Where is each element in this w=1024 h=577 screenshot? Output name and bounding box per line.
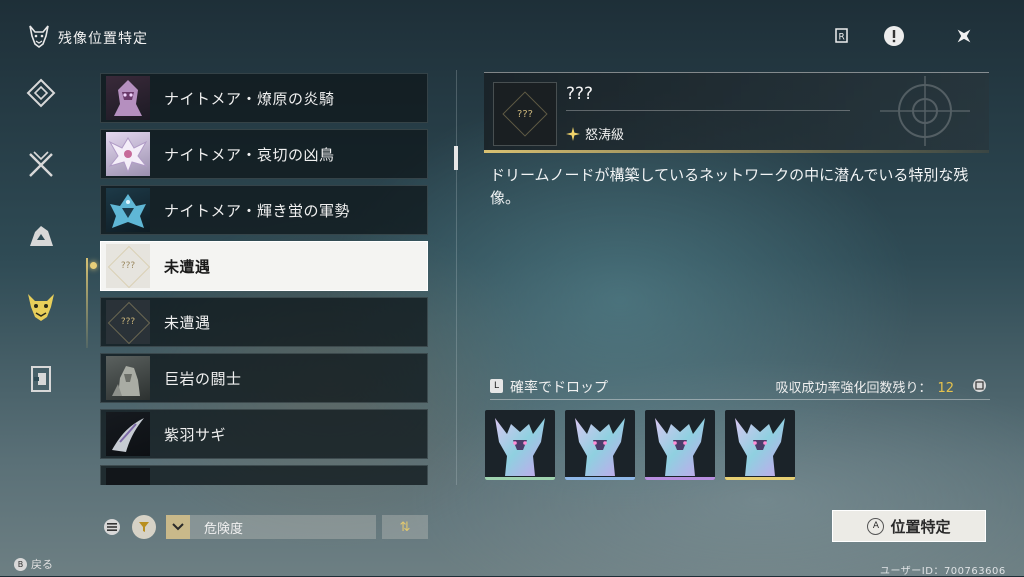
drops-title: 確率でドロップ: [510, 380, 608, 396]
list-item-label: ナイトメア・輝き蛍の軍勢: [164, 201, 351, 220]
drop-item[interactable]: [565, 410, 635, 480]
drops-divider: [490, 399, 990, 400]
list-item-label: 紫羽サギ: [164, 425, 227, 444]
diamond-frame-icon: [107, 301, 150, 344]
chevron-down-icon: [166, 515, 190, 539]
list-item[interactable]: ??? 未遭遇: [100, 297, 428, 347]
domain-gate-icon: [31, 366, 51, 392]
sidebar-item-domain[interactable]: [24, 362, 58, 396]
diamond-frame-icon: [502, 91, 548, 137]
page-title: 残像位置特定: [58, 31, 148, 47]
creature-thumbnail: [106, 188, 150, 232]
menu-icon[interactable]: [104, 519, 120, 535]
close-icon[interactable]: [952, 24, 976, 48]
dragon-echo-icon: [735, 418, 785, 476]
absorb-boost-label: 吸収成功率強化回数残り： 12: [775, 377, 954, 396]
echo-class-label: 怒涛級: [585, 128, 625, 143]
user-id: ユーザーID：700763606: [880, 566, 1006, 577]
detail-accent-bar: [484, 150, 989, 153]
echo-class-row: 怒涛級: [566, 124, 624, 143]
sidebar-item-crossed-swords[interactable]: [24, 148, 58, 182]
rarity-bar: [485, 477, 555, 480]
list-item-label: ナイトメア・哀切の凶鳥: [164, 145, 335, 164]
crosshair-emblem-icon: [880, 76, 970, 146]
absorb-label-text: 吸収成功率強化回数残り：: [775, 381, 932, 396]
list-item[interactable]: ナイトメア・輝き蛍の軍勢: [100, 185, 428, 235]
echo-name: ???: [566, 84, 594, 104]
dragon-echo-icon: [575, 418, 625, 476]
r-key-icon[interactable]: R: [830, 24, 854, 48]
detail-echo-thumbnail: ???: [493, 82, 557, 146]
list-item[interactable]: 巨岩の闘士: [100, 353, 428, 403]
locate-button[interactable]: A 位置特定: [832, 510, 986, 542]
drop-item[interactable]: [645, 410, 715, 480]
list-item[interactable]: 紫羽サギ: [100, 409, 428, 459]
echo-list: ナイトメア・燎原の炎騎 ナイトメア・哀切の凶鳥 ナイトメア・輝き蛍の軍勢 ???…: [100, 73, 430, 485]
list-item-label: 未遭遇: [164, 257, 211, 276]
header-bar: 残像位置特定 R: [0, 0, 1024, 70]
rarity-bar: [725, 477, 795, 480]
drop-item[interactable]: [725, 410, 795, 480]
svg-text:R: R: [839, 33, 845, 43]
sidebar-item-creature[interactable]: [24, 220, 58, 254]
funnel-icon: [139, 522, 149, 532]
creature-thumbnail: [106, 412, 150, 456]
info-icon[interactable]: [973, 379, 986, 392]
alert-icon[interactable]: [882, 24, 906, 48]
creature-icon: [30, 226, 53, 246]
drop-item[interactable]: [485, 410, 555, 480]
rarity-bar: [645, 477, 715, 480]
sort-order-icon: ⇅: [399, 519, 411, 535]
sidebar-selection-line: [86, 258, 88, 348]
drops-header: L 確率でドロップ 吸収成功率強化回数残り： 12: [490, 376, 990, 398]
dragon-echo-icon: [495, 418, 545, 476]
creature-thumbnail: [106, 76, 150, 120]
dragon-echo-icon: [655, 418, 705, 476]
panel-divider: [456, 70, 457, 485]
sidebar-item-map[interactable]: [24, 76, 58, 110]
sparkle-icon: [566, 126, 580, 141]
list-item[interactable]: [100, 465, 428, 485]
drop-icon: L: [490, 379, 503, 393]
unknown-echo-thumbnail: ???: [106, 244, 150, 288]
echo-description: ドリームノードが構築しているネットワークの中に潜んでいる特別な残像。: [490, 166, 969, 207]
creature-thumbnail: [106, 468, 150, 485]
creature-thumbnail: [106, 356, 150, 400]
unknown-echo-thumbnail: ???: [106, 300, 150, 344]
back-hint[interactable]: B 戻る: [14, 556, 53, 572]
rarity-bar: [565, 477, 635, 480]
list-scrollbar[interactable]: [454, 146, 458, 170]
list-item[interactable]: ??? 未遭遇: [100, 241, 428, 291]
list-item[interactable]: ナイトメア・燎原の炎騎: [100, 73, 428, 123]
list-item-label: 未遭遇: [164, 313, 211, 332]
diamond-frame-icon: [107, 245, 150, 288]
name-underline: [566, 110, 850, 111]
sort-order-button[interactable]: ⇅: [382, 515, 428, 539]
creature-thumbnail: [106, 132, 150, 176]
a-button-icon: A: [867, 517, 885, 535]
sort-dropdown[interactable]: 危険度: [166, 515, 376, 539]
locate-label: 位置特定: [890, 517, 951, 536]
filter-button[interactable]: [132, 515, 156, 539]
sidebar-item-echo[interactable]: [24, 290, 58, 324]
back-label: 戻る: [31, 558, 53, 571]
crossed-swords-icon: [29, 151, 53, 177]
sort-label: 危険度: [204, 521, 244, 537]
absorb-count: 12: [937, 381, 954, 396]
demon-mask-icon: [28, 24, 50, 48]
b-button-icon: B: [14, 557, 27, 571]
list-item-label: 巨岩の闘士: [164, 369, 242, 388]
list-item-label: ナイトメア・燎原の炎騎: [164, 89, 335, 108]
map-diamond-icon: [26, 78, 56, 108]
list-item[interactable]: ナイトメア・哀切の凶鳥: [100, 129, 428, 179]
echo-demon-icon: [28, 294, 54, 321]
sidebar-selection-dot: [90, 262, 97, 269]
